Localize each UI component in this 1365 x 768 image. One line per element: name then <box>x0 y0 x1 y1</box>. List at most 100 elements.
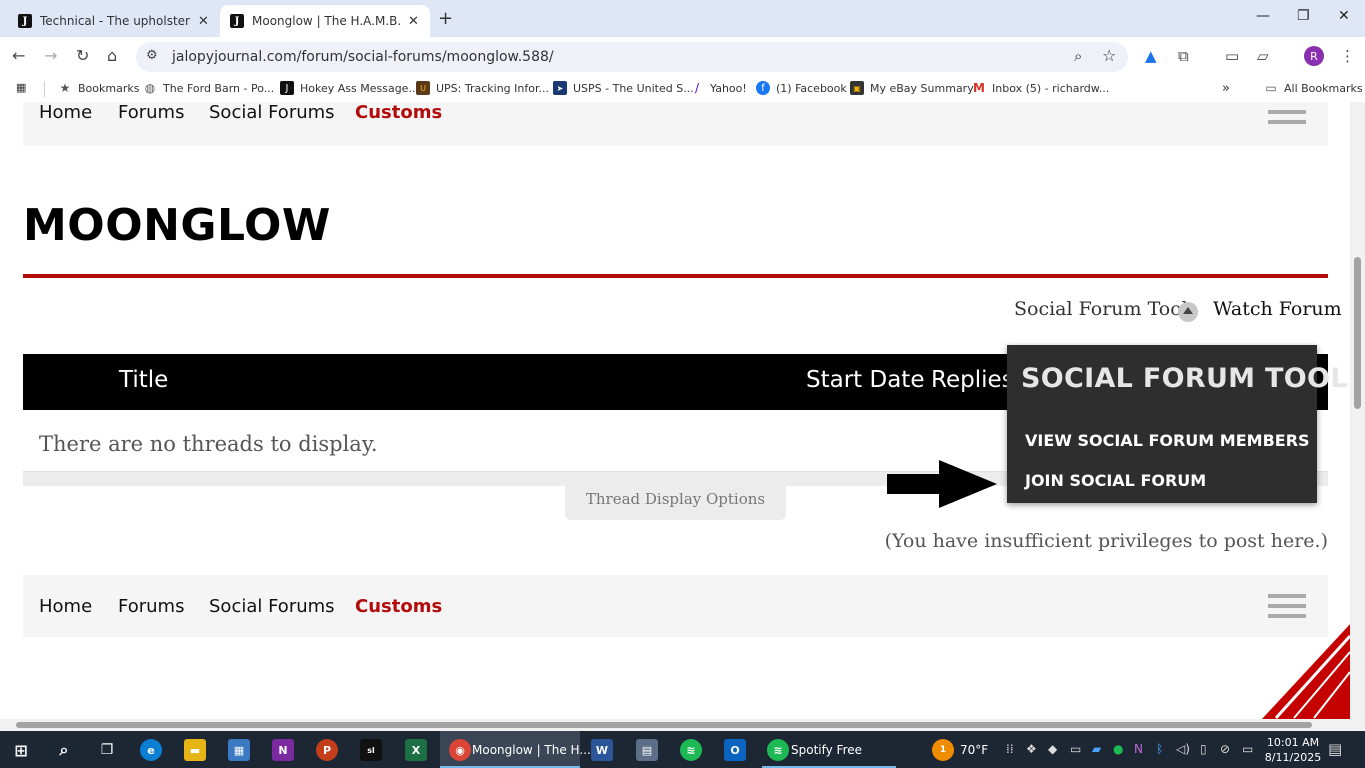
taskbar-clock[interactable]: 10:01 AM 8/11/2025 <box>1258 735 1328 765</box>
tray-bluetooth-icon[interactable]: ᛒ <box>1156 742 1163 756</box>
zoom-icon[interactable]: ⌕ <box>1074 47 1082 65</box>
hamburger-menu-icon[interactable] <box>1268 594 1306 624</box>
google-drive-icon[interactable]: ▲ <box>1145 47 1157 65</box>
profile-avatar[interactable]: R <box>1304 46 1324 66</box>
word-icon[interactable]: W <box>591 739 613 761</box>
new-tab-icon[interactable]: + <box>438 8 453 29</box>
powerpoint-icon[interactable]: P <box>316 739 338 761</box>
nav-customs-link[interactable]: Customs <box>355 596 442 617</box>
column-replies[interactable]: Replies <box>931 367 1014 393</box>
tab-technical[interactable]: J Technical - The upholstery thread ✕ <box>8 5 220 37</box>
onenote-icon[interactable]: N <box>272 739 294 761</box>
reading-list-icon[interactable]: ▭ <box>1225 47 1239 65</box>
nav-customs-link[interactable]: Customs <box>355 102 442 123</box>
windows-taskbar: ⊞ ⌕ ❐ e ▬ ▦ N P sl X ◉ Moonglow | The H.… <box>0 731 1365 768</box>
sling-icon[interactable]: sl <box>360 739 382 761</box>
horizontal-scrollbar[interactable] <box>0 719 1365 731</box>
tray-battery-icon[interactable]: ▯ <box>1200 742 1207 756</box>
close-tab-icon[interactable]: ✕ <box>198 14 209 29</box>
jalopy-favicon-icon: J <box>18 14 32 28</box>
thread-display-options-label: Thread Display Options <box>585 490 766 508</box>
edge-icon[interactable]: e <box>140 739 162 761</box>
vertical-scroll-thumb[interactable] <box>1354 257 1361 409</box>
bookmark-item[interactable]: ★ Bookmarks <box>58 81 140 95</box>
join-social-forum-link[interactable]: JOIN SOCIAL FORUM <box>1025 471 1206 490</box>
collapse-arrow-icon[interactable] <box>1178 302 1198 322</box>
windows-start-icon[interactable]: ⊞ <box>10 739 32 761</box>
cast-icon[interactable]: ▱ <box>1257 47 1269 65</box>
vertical-scrollbar[interactable] <box>1350 102 1365 719</box>
chrome-icon: ◉ <box>449 739 471 761</box>
social-forum-tools-link[interactable]: Social Forum Tools <box>1014 298 1197 320</box>
forward-icon[interactable]: → <box>44 46 57 65</box>
close-tab-icon[interactable]: ✕ <box>408 14 419 29</box>
tray-spotify-icon[interactable]: ● <box>1113 742 1123 756</box>
bookmark-item[interactable]: U UPS: Tracking Infor... <box>416 81 549 95</box>
notifications-icon[interactable]: ▤ <box>1328 740 1342 758</box>
tray-onenote-icon[interactable]: N <box>1134 742 1143 756</box>
hamburger-menu-icon[interactable] <box>1268 110 1306 130</box>
tray-dropbox-icon[interactable]: ❖ <box>1026 742 1037 756</box>
url-text[interactable]: jalopyjournal.com/forum/social-forums/mo… <box>172 49 554 65</box>
taskbar-chrome-button[interactable]: ◉ Moonglow | The H... <box>440 731 591 768</box>
task-view-icon[interactable]: ❐ <box>96 739 118 761</box>
tray-hd-icon[interactable]: ▰ <box>1092 742 1101 756</box>
file-explorer-icon[interactable]: ▬ <box>184 739 206 761</box>
apps-grid-icon[interactable]: ▦ <box>16 81 26 94</box>
tray-network-icon[interactable]: ⊘ <box>1220 742 1230 756</box>
horizontal-scroll-thumb[interactable] <box>16 722 1312 728</box>
extensions-icon[interactable]: ⧉ <box>1178 47 1189 65</box>
tray-display-icon[interactable]: ▭ <box>1242 742 1253 756</box>
back-icon[interactable]: ← <box>12 46 25 65</box>
bookmark-item[interactable]: f (1) Facebook <box>756 81 847 95</box>
nav-home-link[interactable]: Home <box>39 102 92 123</box>
bookmark-item[interactable]: J Hokey Ass Message... <box>280 81 419 95</box>
globe-icon: ◍ <box>144 81 156 95</box>
reload-icon[interactable]: ↻ <box>76 46 89 65</box>
minimize-icon[interactable]: — <box>1256 8 1270 24</box>
weather-icon[interactable]: 1 <box>932 739 954 761</box>
bookmark-item[interactable]: ➤ USPS - The United S... <box>553 81 694 95</box>
home-icon[interactable]: ⌂ <box>107 46 117 65</box>
tab-title: Moonglow | The H.A.M.B. <box>252 14 400 28</box>
nav-social-forums-link[interactable]: Social Forums <box>209 102 335 123</box>
ups-icon: U <box>416 81 430 95</box>
weather-temp[interactable]: 70°F <box>960 743 988 757</box>
taskbar-spotify-button[interactable]: ≋ Spotify Free <box>762 731 896 768</box>
search-icon[interactable]: ⌕ <box>53 739 75 761</box>
tab-moonglow[interactable]: J Moonglow | The H.A.M.B. ✕ <box>220 5 430 37</box>
bookmark-star-icon[interactable]: ☆ <box>1102 46 1116 65</box>
excel-icon[interactable]: X <box>405 739 427 761</box>
tray-volume-icon[interactable]: ◁) <box>1176 742 1190 756</box>
bookmark-item[interactable]: / Yahoo! <box>690 81 747 95</box>
nav-social-forums-link[interactable]: Social Forums <box>209 596 335 617</box>
site-info-icon[interactable]: ⚙ <box>146 48 158 63</box>
spotify-icon[interactable]: ≋ <box>680 739 702 761</box>
page-left-edge <box>0 102 8 719</box>
maximize-icon[interactable]: ❐ <box>1297 8 1310 24</box>
outlook-icon[interactable]: O <box>724 739 746 761</box>
store-icon[interactable]: ▦ <box>228 739 250 761</box>
tray-dots-icon[interactable]: ⁞⁞ <box>1006 742 1014 756</box>
tray-shield-icon[interactable]: ◆ <box>1048 742 1057 756</box>
tray-keyboard-icon[interactable]: ▭ <box>1070 742 1081 756</box>
corner-stripe-decoration <box>1262 622 1352 719</box>
watch-forum-link[interactable]: Watch Forum <box>1213 298 1342 320</box>
nav-home-link[interactable]: Home <box>39 596 92 617</box>
column-start-date[interactable]: Start Date <box>806 367 924 393</box>
bookmark-item[interactable]: ▣ My eBay Summary <box>850 81 974 95</box>
bookmark-item[interactable]: M Inbox (5) - richardw... <box>972 81 1109 95</box>
nav-forums-link[interactable]: Forums <box>118 596 184 617</box>
more-bookmarks-icon[interactable]: » <box>1222 81 1230 96</box>
address-bar[interactable]: ⚙ jalopyjournal.com/forum/social-forums/… <box>136 42 1128 72</box>
all-bookmarks[interactable]: ▭ All Bookmarks <box>1264 81 1362 95</box>
view-members-link[interactable]: VIEW SOCIAL FORUM MEMBERS <box>1025 431 1310 450</box>
menu-kebab-icon[interactable]: ⋮ <box>1340 47 1355 65</box>
calculator-icon[interactable]: ▤ <box>636 739 658 761</box>
page-title: MOONGLOW <box>23 200 331 251</box>
column-title[interactable]: Title <box>119 367 168 393</box>
thread-display-options-button[interactable]: Thread Display Options <box>565 484 786 520</box>
close-window-icon[interactable]: ✕ <box>1338 8 1350 24</box>
nav-forums-link[interactable]: Forums <box>118 102 184 123</box>
bookmark-item[interactable]: ◍ The Ford Barn - Po... <box>143 81 275 95</box>
